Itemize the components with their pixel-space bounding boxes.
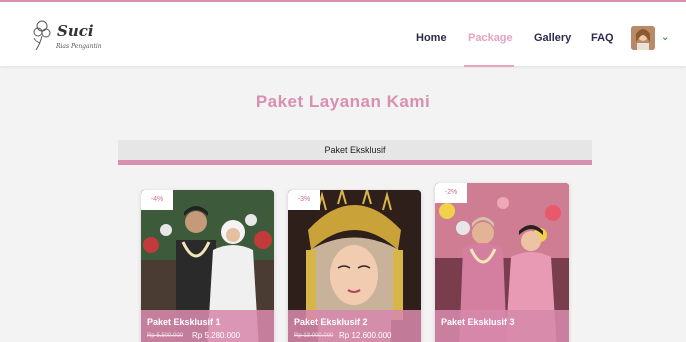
card-info: Paket Eksklusif 2 Rp 13.000.000 Rp 12.60… (288, 310, 421, 342)
tab-paket-eksklusif[interactable]: Paket Eksklusif (118, 140, 592, 160)
brand-logo[interactable]: Suci Rias Pengantin (32, 16, 102, 56)
chevron-down-icon[interactable]: ⌄ (661, 32, 669, 43)
brand-name: Suci (57, 22, 94, 40)
card-title: Paket Eksklusif 1 (147, 317, 221, 327)
user-avatar[interactable] (631, 26, 655, 50)
nav-faq[interactable]: FAQ (591, 32, 614, 44)
original-price: Rp 5.500.000 (147, 333, 184, 339)
original-price: Rp 13.000.000 (294, 333, 334, 339)
brand-tagline: Rias Pengantin (56, 43, 102, 50)
flower-logo-icon (33, 20, 51, 51)
card-title: Paket Eksklusif 3 (441, 317, 515, 327)
tab-label: Paket Eksklusif (324, 145, 386, 155)
package-card-1[interactable]: -4% Paket Eksklusif 1 Rp 5.500.000 Rp 5.… (141, 190, 274, 342)
card-title: Paket Eksklusif 2 (294, 317, 368, 327)
nav-home[interactable]: Home (416, 32, 447, 44)
avatar-photo (631, 26, 655, 50)
discount-badge: -4% (141, 190, 173, 210)
discount-badge: -3% (288, 190, 320, 210)
nav-package[interactable]: Package (468, 32, 513, 44)
page-title: Paket Layanan Kami (255, 92, 431, 111)
package-card-3[interactable]: -2% Paket Eksklusif 3 (435, 183, 569, 342)
package-card-2[interactable]: -3% Paket Eksklusif 2 Rp 13.000.000 Rp 1… (288, 190, 421, 342)
discount-badge: -2% (435, 183, 467, 203)
card-info: Paket Eksklusif 3 (435, 310, 569, 342)
discounted-price: Rp 12.600.000 (339, 331, 392, 340)
discounted-price: Rp 5.280.000 (192, 331, 241, 340)
card-info: Paket Eksklusif 1 Rp 5.500.000 Rp 5.280.… (141, 310, 274, 342)
top-navbar: Suci Rias Pengantin Home Package Gallery… (0, 0, 686, 67)
tab-accent-bar (118, 160, 592, 165)
active-nav-underline (464, 65, 514, 67)
nav-gallery[interactable]: Gallery (534, 32, 571, 44)
